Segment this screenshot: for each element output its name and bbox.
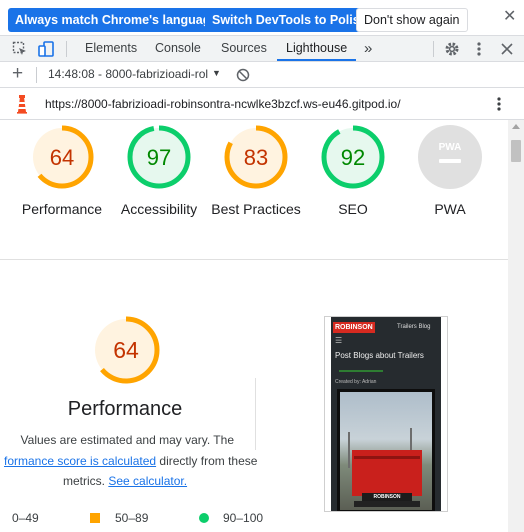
settings-gear-icon[interactable] [444,41,460,57]
lighthouse-report: 64 Performance 97 Accessibility 83 Best … [0,120,508,532]
report-selector[interactable]: 14:48:08 - 8000-fabrizioadi-rol [48,67,208,83]
performance-description-line2: formance score is calculated directly fr… [4,454,274,468]
best-practices-score-gauge[interactable]: 83 [223,124,289,190]
screenshot-brand-suffix: Trailers Blog [397,324,431,330]
section-divider [0,259,508,260]
performance-description-line3: metrics. See calculator. [63,474,187,488]
pwa-category-label: PWA [434,201,466,217]
performance-score-gauge[interactable]: 64 [29,124,95,190]
see-calculator-link[interactable]: See calculator. [108,474,187,488]
kebab-menu-icon[interactable] [474,41,484,57]
screenshot-heading: Post Blogs about Trailers [335,351,424,360]
more-tabs-button[interactable]: » [364,36,372,61]
report-scrollbar[interactable] [508,120,524,532]
screenshot-trailer-photo: ROBINSON [340,392,432,510]
report-url-bar: https://8000-fabrizioadi-robinsontra-ncw… [0,88,524,120]
svg-text:97: 97 [147,145,171,170]
language-infobar: Always match Chrome's language Switch De… [0,0,524,36]
photo-trailer-stripe [354,456,420,459]
svg-text:64: 64 [113,337,139,363]
report-dropdown-chevron-icon[interactable]: ▼ [212,68,221,78]
switch-devtools-language-button[interactable]: Switch DevTools to Polish [205,8,375,32]
tab-console[interactable]: Console [155,36,201,61]
photo-trailer-bumper [354,501,420,507]
svg-text:PWA: PWA [439,142,462,153]
legend-fail-range: 0–49 [12,511,39,525]
performance-description-line1: Values are estimated and may vary. The [20,433,234,447]
scrollbar-thumb[interactable] [511,140,521,162]
tab-elements[interactable]: Elements [85,36,137,61]
photo-trailer-plate: ROBINSON [362,493,412,501]
tab-sources[interactable]: Sources [221,36,267,61]
screenshot-byline: Created by: Adrian [335,379,377,385]
device-toolbar-icon[interactable] [37,40,55,58]
best-practices-category-label: Best Practices [211,201,301,217]
final-screenshot-thumbnail[interactable]: ROBINSON Trailers Blog ☰ Post Blogs abou… [324,316,448,512]
dont-show-again-button[interactable]: Don't show again [356,8,468,32]
metrics-text: metrics. [63,474,105,488]
performance-detail-gauge: 64 [92,316,160,384]
photo-pole [348,432,350,468]
performance-category-label: Performance [21,201,103,217]
tabbar-separator [66,41,67,57]
close-infobar-icon[interactable]: ✕ [503,6,516,26]
clear-reports-icon[interactable] [236,68,250,82]
report-url[interactable]: https://8000-fabrizioadi-robinsontra-ncw… [45,97,401,111]
pwa-badge-gauge[interactable]: PWA [417,124,483,190]
lighthouse-logo-icon [17,95,27,114]
average-legend-square-icon [90,513,100,523]
seo-category-label: SEO [338,201,368,217]
score-calculation-link[interactable]: formance score is calculated [4,454,156,468]
devtools-tabbar: Elements Console Sources Lighthouse » [0,36,524,62]
screenshot-photo-frame: ROBINSON [337,389,435,511]
legend-average-range: 50–89 [115,511,149,525]
tabbar-separator [433,41,434,57]
accessibility-category-label: Accessibility [120,201,198,217]
screenshot-link-bar [339,370,383,372]
always-match-language-button[interactable]: Always match Chrome's language [8,8,225,32]
screenshot-menu-icon: ☰ [335,336,343,345]
performance-description-text: directly from these [159,454,258,468]
svg-text:92: 92 [341,145,365,170]
svg-text:64: 64 [50,145,74,170]
screenshot-brand-logo: ROBINSON [333,322,375,333]
legend-pass-range: 90–100 [223,511,264,525]
screenshot-page: ROBINSON Trailers Blog ☰ Post Blogs abou… [331,317,441,511]
performance-title: Performance [67,398,183,420]
lighthouse-toolbar: + 14:48:08 - 8000-fabrizioadi-rol ▼ [0,62,524,88]
pass-legend-circle-icon [199,513,209,523]
report-menu-icon[interactable] [494,96,504,112]
svg-text:83: 83 [244,145,268,170]
performance-divider [255,378,256,450]
scroll-up-arrow-icon[interactable] [512,124,520,129]
toolbar-separator [36,67,37,83]
tab-lighthouse[interactable]: Lighthouse [277,36,357,61]
accessibility-score-gauge[interactable]: 97 [126,124,192,190]
inspect-element-icon[interactable] [12,41,28,57]
seo-score-gauge[interactable]: 92 [320,124,386,190]
new-report-icon[interactable]: + [12,63,23,85]
close-devtools-icon[interactable] [500,42,514,56]
